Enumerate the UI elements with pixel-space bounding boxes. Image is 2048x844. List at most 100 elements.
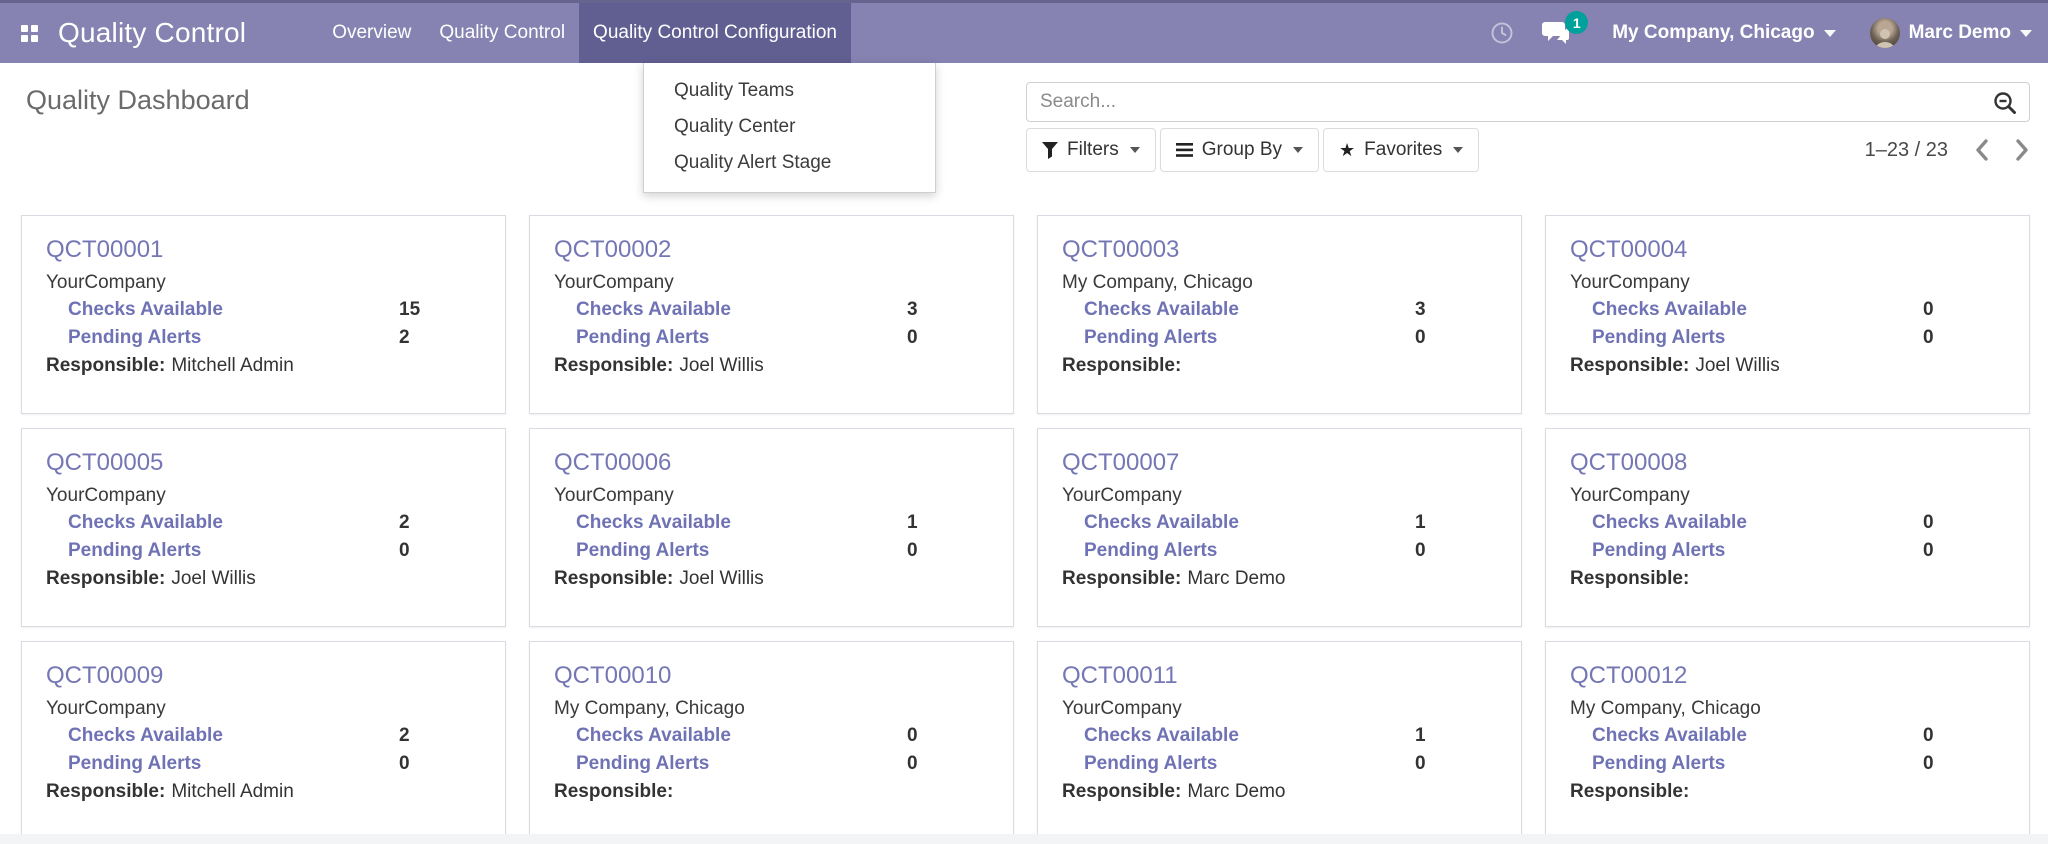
checks-available-link[interactable]: Checks Available (576, 509, 731, 537)
menu-item-overview[interactable]: Overview (318, 3, 425, 63)
quality-team-card[interactable]: QCT00005 YourCompany Checks Available 2 … (21, 428, 506, 627)
search-input[interactable] (1026, 82, 2030, 122)
quality-team-card[interactable]: QCT00008 YourCompany Checks Available 0 … (1545, 428, 2030, 627)
checks-available-value: 3 (907, 296, 989, 324)
checks-available-row: Checks Available 15 (46, 296, 481, 324)
search-box (1026, 82, 2030, 122)
pending-alerts-value: 0 (1415, 324, 1497, 352)
pending-alerts-link[interactable]: Pending Alerts (68, 324, 201, 352)
checks-available-link[interactable]: Checks Available (576, 722, 731, 750)
pager: 1–23 / 23 (1865, 138, 2030, 162)
quality-team-card[interactable]: QCT00009 YourCompany Checks Available 2 … (21, 641, 506, 840)
team-name-link[interactable]: QCT00004 (1570, 235, 2005, 265)
checks-available-link[interactable]: Checks Available (1084, 296, 1239, 324)
checks-available-link[interactable]: Checks Available (68, 509, 223, 537)
pending-alerts-value: 0 (907, 324, 989, 352)
team-company: YourCompany (46, 695, 481, 722)
checks-available-link[interactable]: Checks Available (68, 296, 223, 324)
menu-item-quality-control-configuration[interactable]: Quality Control Configuration (579, 3, 851, 63)
chevron-down-icon (1293, 147, 1303, 153)
quality-team-card[interactable]: QCT00010 My Company, Chicago Checks Avai… (529, 641, 1014, 840)
checks-available-value: 1 (907, 509, 989, 537)
checks-available-value: 1 (1415, 509, 1497, 537)
group-by-button[interactable]: Group By (1160, 128, 1319, 172)
pending-alerts-link[interactable]: Pending Alerts (68, 750, 201, 778)
pending-alerts-link[interactable]: Pending Alerts (1592, 324, 1725, 352)
pending-alerts-link[interactable]: Pending Alerts (576, 750, 709, 778)
team-name-link[interactable]: QCT00003 (1062, 235, 1497, 265)
company-switcher[interactable]: My Company, Chicago (1612, 22, 1835, 44)
team-company: My Company, Chicago (1570, 695, 2005, 722)
checks-available-link[interactable]: Checks Available (1592, 509, 1747, 537)
pending-alerts-link[interactable]: Pending Alerts (68, 537, 201, 565)
menu-item-quality-control[interactable]: Quality Control (425, 3, 579, 63)
team-name-link[interactable]: QCT00012 (1570, 661, 2005, 691)
pending-alerts-value: 0 (399, 750, 481, 778)
filters-button[interactable]: Filters (1026, 128, 1156, 172)
pending-alerts-link[interactable]: Pending Alerts (1592, 537, 1725, 565)
pending-alerts-row: Pending Alerts 0 (1062, 750, 1497, 778)
app-brand-title[interactable]: Quality Control (58, 3, 246, 63)
team-company: YourCompany (46, 482, 481, 509)
quality-team-card[interactable]: QCT00004 YourCompany Checks Available 0 … (1545, 215, 2030, 414)
dropdown-item-quality-alert-stage[interactable]: Quality Alert Stage (644, 145, 935, 181)
checks-available-link[interactable]: Checks Available (1084, 509, 1239, 537)
team-name-link[interactable]: QCT00010 (554, 661, 989, 691)
team-name-link[interactable]: QCT00011 (1062, 661, 1497, 691)
messages-icon[interactable]: 1 (1542, 20, 1572, 46)
kanban-card-grid: QCT00001 YourCompany Checks Available 15… (0, 215, 2048, 840)
apps-menu-button[interactable] (0, 3, 58, 63)
dropdown-item-quality-center[interactable]: Quality Center (644, 109, 935, 145)
search-options: Filters Group By ★ Favorites (1026, 128, 1479, 172)
team-name-link[interactable]: QCT00008 (1570, 448, 2005, 478)
favorites-button[interactable]: ★ Favorites (1323, 128, 1479, 172)
quality-team-card[interactable]: QCT00012 My Company, Chicago Checks Avai… (1545, 641, 2030, 840)
responsible-row: Responsible:Joel Willis (554, 352, 989, 380)
team-name-link[interactable]: QCT00005 (46, 448, 481, 478)
team-name-link[interactable]: QCT00006 (554, 448, 989, 478)
pending-alerts-row: Pending Alerts 0 (554, 324, 989, 352)
checks-available-row: Checks Available 1 (1062, 509, 1497, 537)
search-magnifier-icon[interactable] (1992, 90, 2018, 121)
checks-available-link[interactable]: Checks Available (1592, 296, 1747, 324)
user-avatar[interactable] (1870, 18, 1900, 48)
quality-team-card[interactable]: QCT00007 YourCompany Checks Available 1 … (1037, 428, 1522, 627)
pager-next-button[interactable] (2014, 138, 2030, 162)
checks-available-link[interactable]: Checks Available (1592, 722, 1747, 750)
checks-available-value: 0 (1923, 296, 2005, 324)
user-menu[interactable]: Marc Demo (1909, 22, 2032, 44)
pending-alerts-value: 0 (907, 750, 989, 778)
quality-team-card[interactable]: QCT00003 My Company, Chicago Checks Avai… (1037, 215, 1522, 414)
pending-alerts-link[interactable]: Pending Alerts (1084, 537, 1217, 565)
team-name-link[interactable]: QCT00007 (1062, 448, 1497, 478)
pending-alerts-row: Pending Alerts 0 (554, 750, 989, 778)
checks-available-value: 0 (907, 722, 989, 750)
dropdown-item-quality-teams[interactable]: Quality Teams (644, 73, 935, 109)
pending-alerts-row: Pending Alerts 0 (554, 537, 989, 565)
pending-alerts-link[interactable]: Pending Alerts (1084, 750, 1217, 778)
team-name-link[interactable]: QCT00009 (46, 661, 481, 691)
pending-alerts-link[interactable]: Pending Alerts (576, 324, 709, 352)
pager-previous-button[interactable] (1974, 138, 1990, 162)
pager-range: 1–23 / 23 (1865, 139, 1948, 162)
checks-available-link[interactable]: Checks Available (68, 722, 223, 750)
team-name-link[interactable]: QCT00002 (554, 235, 989, 265)
pending-alerts-link[interactable]: Pending Alerts (576, 537, 709, 565)
quality-team-card[interactable]: QCT00011 YourCompany Checks Available 1 … (1037, 641, 1522, 840)
team-name-link[interactable]: QCT00001 (46, 235, 481, 265)
quality-team-card[interactable]: QCT00001 YourCompany Checks Available 15… (21, 215, 506, 414)
checks-available-link[interactable]: Checks Available (576, 296, 731, 324)
responsible-value: Marc Demo (1187, 781, 1285, 802)
responsible-row: Responsible: (1570, 778, 2005, 806)
responsible-label: Responsible: (46, 781, 165, 802)
pending-alerts-link[interactable]: Pending Alerts (1592, 750, 1725, 778)
pending-alerts-row: Pending Alerts 0 (1570, 324, 2005, 352)
checks-available-link[interactable]: Checks Available (1084, 722, 1239, 750)
pending-alerts-link[interactable]: Pending Alerts (1084, 324, 1217, 352)
quality-team-card[interactable]: QCT00006 YourCompany Checks Available 1 … (529, 428, 1014, 627)
pending-alerts-row: Pending Alerts 2 (46, 324, 481, 352)
apps-grid-icon (21, 25, 38, 42)
responsible-row: Responsible:Joel Willis (1570, 352, 2005, 380)
quality-team-card[interactable]: QCT00002 YourCompany Checks Available 3 … (529, 215, 1014, 414)
activities-clock-icon[interactable] (1490, 21, 1514, 45)
